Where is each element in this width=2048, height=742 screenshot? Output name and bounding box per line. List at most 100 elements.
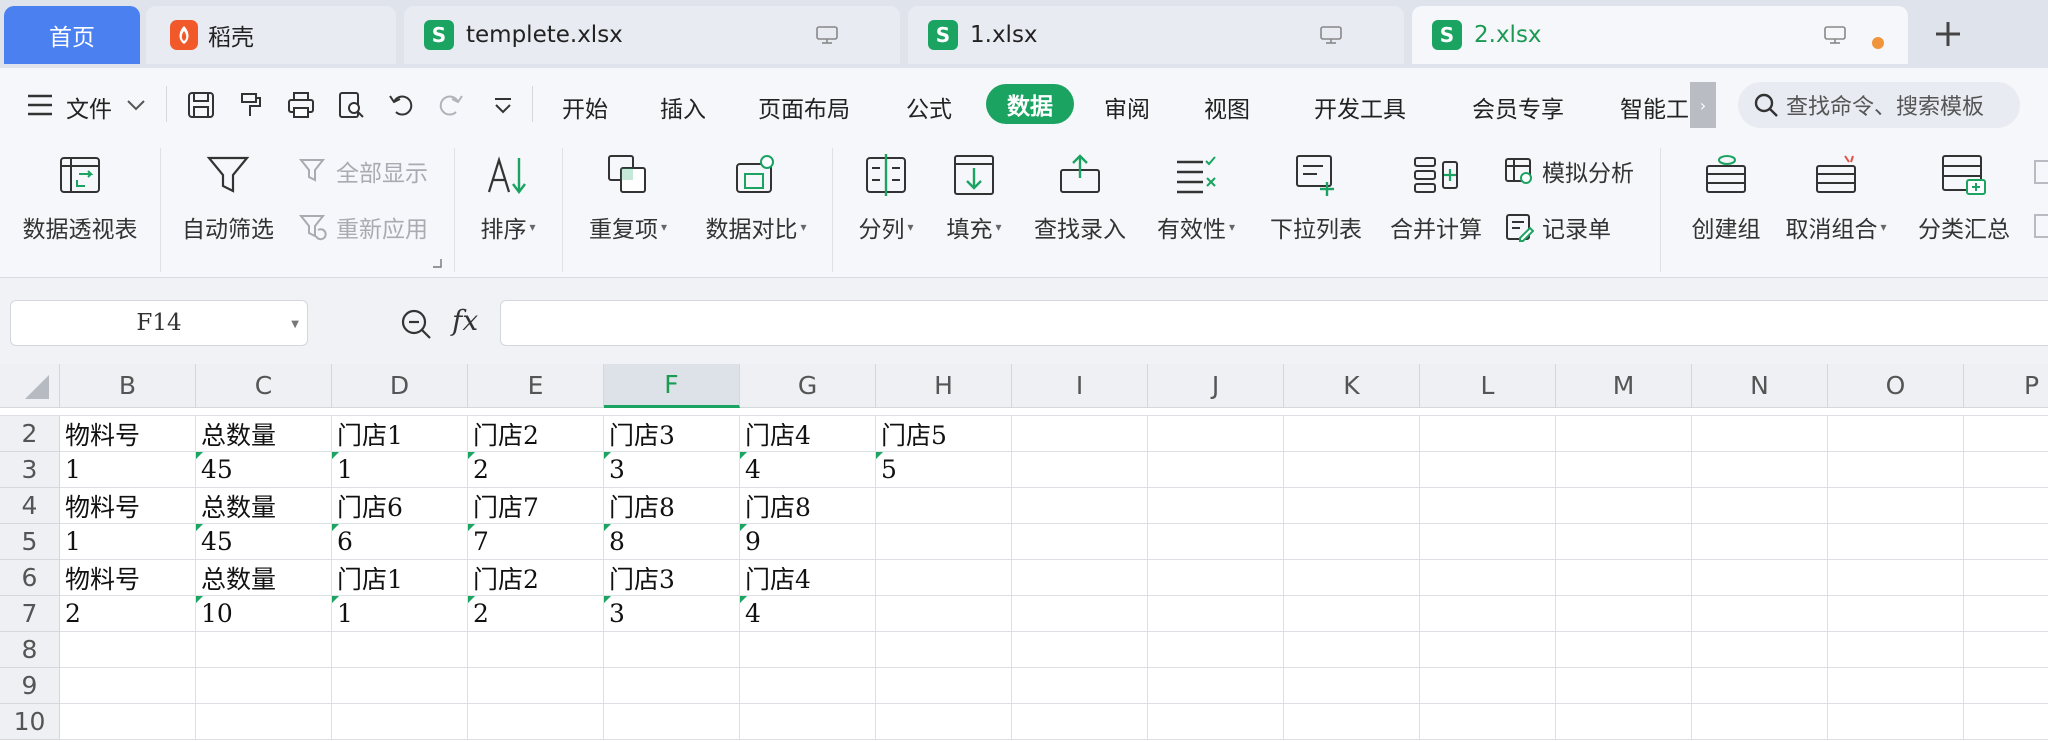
dropdown-list-button[interactable]: 下拉列表	[1264, 140, 1368, 244]
split-column-button[interactable]: 分列 ▾	[848, 140, 924, 244]
ungroup-button[interactable]: 取消组合 ▾	[1776, 140, 1896, 244]
cell-I10[interactable]	[1012, 704, 1148, 740]
cell-K8[interactable]	[1284, 632, 1420, 668]
cell-H4[interactable]	[876, 488, 1012, 524]
tab-docer[interactable]: 稻壳	[146, 6, 396, 64]
show-all-button[interactable]: 全部显示	[298, 154, 428, 188]
pivot-table-button[interactable]: 数据透视表	[20, 140, 140, 244]
cell-H6[interactable]	[876, 560, 1012, 596]
cell-M9[interactable]	[1556, 668, 1692, 704]
cell-I3[interactable]	[1012, 452, 1148, 488]
cell-G3[interactable]: 4	[740, 452, 876, 488]
row-header-6[interactable]: 6	[0, 560, 60, 596]
cell-H5[interactable]	[876, 524, 1012, 560]
command-search-box[interactable]: 查找命令、搜索模板	[1738, 82, 2020, 128]
column-header-K[interactable]: K	[1284, 364, 1420, 408]
cell-J2[interactable]	[1148, 416, 1284, 452]
cell-I5[interactable]	[1012, 524, 1148, 560]
print-icon[interactable]	[286, 90, 316, 120]
row-header-4[interactable]: 4	[0, 488, 60, 524]
cell-P7[interactable]	[1964, 596, 2048, 632]
cell-H10[interactable]	[876, 704, 1012, 740]
cell-L6[interactable]	[1420, 560, 1556, 596]
column-header-G[interactable]: G	[740, 364, 876, 408]
cell-B8[interactable]	[60, 632, 196, 668]
cell-K7[interactable]	[1284, 596, 1420, 632]
file-menu[interactable]: 文件	[66, 90, 112, 124]
cell-F4[interactable]: 门店8	[604, 488, 740, 524]
column-header-E[interactable]: E	[468, 364, 604, 408]
record-form-button[interactable]: 记录单	[1504, 210, 1611, 244]
cell-J9[interactable]	[1148, 668, 1284, 704]
cell-N10[interactable]	[1692, 704, 1828, 740]
cell-C4[interactable]: 总数量	[196, 488, 332, 524]
cell-O10[interactable]	[1828, 704, 1964, 740]
cell-L3[interactable]	[1420, 452, 1556, 488]
cell-E9[interactable]	[468, 668, 604, 704]
cell-O6[interactable]	[1828, 560, 1964, 596]
row-header-7[interactable]: 7	[0, 596, 60, 632]
cell-K4[interactable]	[1284, 488, 1420, 524]
filter-settings-launcher-icon[interactable]	[432, 258, 442, 268]
cell-N5[interactable]	[1692, 524, 1828, 560]
row-header-5[interactable]: 5	[0, 524, 60, 560]
find-entry-button[interactable]: 查找录入	[1030, 140, 1130, 244]
menu-member-exclusive[interactable]: 会员专享	[1472, 90, 1564, 124]
cell-L8[interactable]	[1420, 632, 1556, 668]
row-header-3[interactable]: 3	[0, 452, 60, 488]
monitor-icon[interactable]	[816, 26, 838, 44]
cell-J3[interactable]	[1148, 452, 1284, 488]
cell-K3[interactable]	[1284, 452, 1420, 488]
menu-developer-tools[interactable]: 开发工具	[1314, 90, 1406, 124]
cell-F5[interactable]: 8	[604, 524, 740, 560]
cell-B6[interactable]: 物料号	[60, 560, 196, 596]
cell-P8[interactable]	[1964, 632, 2048, 668]
cell-P9[interactable]	[1964, 668, 2048, 704]
hamburger-menu-icon[interactable]	[26, 92, 54, 118]
cell-H8[interactable]	[876, 632, 1012, 668]
cell-B3[interactable]: 1	[60, 452, 196, 488]
cell-C10[interactable]	[196, 704, 332, 740]
cell-K6[interactable]	[1284, 560, 1420, 596]
cell-H7[interactable]	[876, 596, 1012, 632]
duplicates-button[interactable]: 重复项 ▾	[578, 140, 678, 244]
cell-E7[interactable]: 2	[468, 596, 604, 632]
cell-J10[interactable]	[1148, 704, 1284, 740]
cell-D8[interactable]	[332, 632, 468, 668]
cell-D3[interactable]: 1	[332, 452, 468, 488]
cell-B2[interactable]: 物料号	[60, 416, 196, 452]
cell-P5[interactable]	[1964, 524, 2048, 560]
cell-D4[interactable]: 门店6	[332, 488, 468, 524]
cell-N2[interactable]	[1692, 416, 1828, 452]
cell-B4[interactable]: 物料号	[60, 488, 196, 524]
cell-G7[interactable]: 4	[740, 596, 876, 632]
cell-M3[interactable]	[1556, 452, 1692, 488]
name-box[interactable]: F14 ▼	[10, 300, 308, 346]
column-header-B[interactable]: B	[60, 364, 196, 408]
chevron-down-icon[interactable]: ▼	[291, 319, 299, 330]
cell-E8[interactable]	[468, 632, 604, 668]
cell-C6[interactable]: 总数量	[196, 560, 332, 596]
column-header-C[interactable]: C	[196, 364, 332, 408]
cell-N7[interactable]	[1692, 596, 1828, 632]
cell-D5[interactable]: 6	[332, 524, 468, 560]
column-header-P[interactable]: P	[1964, 364, 2048, 408]
cell-G4[interactable]: 门店8	[740, 488, 876, 524]
cell-F6[interactable]: 门店3	[604, 560, 740, 596]
column-header-I[interactable]: I	[1012, 364, 1148, 408]
cell-M6[interactable]	[1556, 560, 1692, 596]
cell-I2[interactable]	[1012, 416, 1148, 452]
cell-D9[interactable]	[332, 668, 468, 704]
cell-F7[interactable]: 3	[604, 596, 740, 632]
cell-C5[interactable]: 45	[196, 524, 332, 560]
cell-I6[interactable]	[1012, 560, 1148, 596]
cell-K2[interactable]	[1284, 416, 1420, 452]
data-compare-button[interactable]: 数据对比 ▾	[694, 140, 818, 244]
cell-M10[interactable]	[1556, 704, 1692, 740]
cell-F10[interactable]	[604, 704, 740, 740]
fill-button[interactable]: 填充 ▾	[936, 140, 1012, 244]
tab-1-xlsx[interactable]: S 1.xlsx	[908, 6, 1404, 64]
cell-P6[interactable]	[1964, 560, 2048, 596]
cell-G8[interactable]	[740, 632, 876, 668]
cell-H9[interactable]	[876, 668, 1012, 704]
